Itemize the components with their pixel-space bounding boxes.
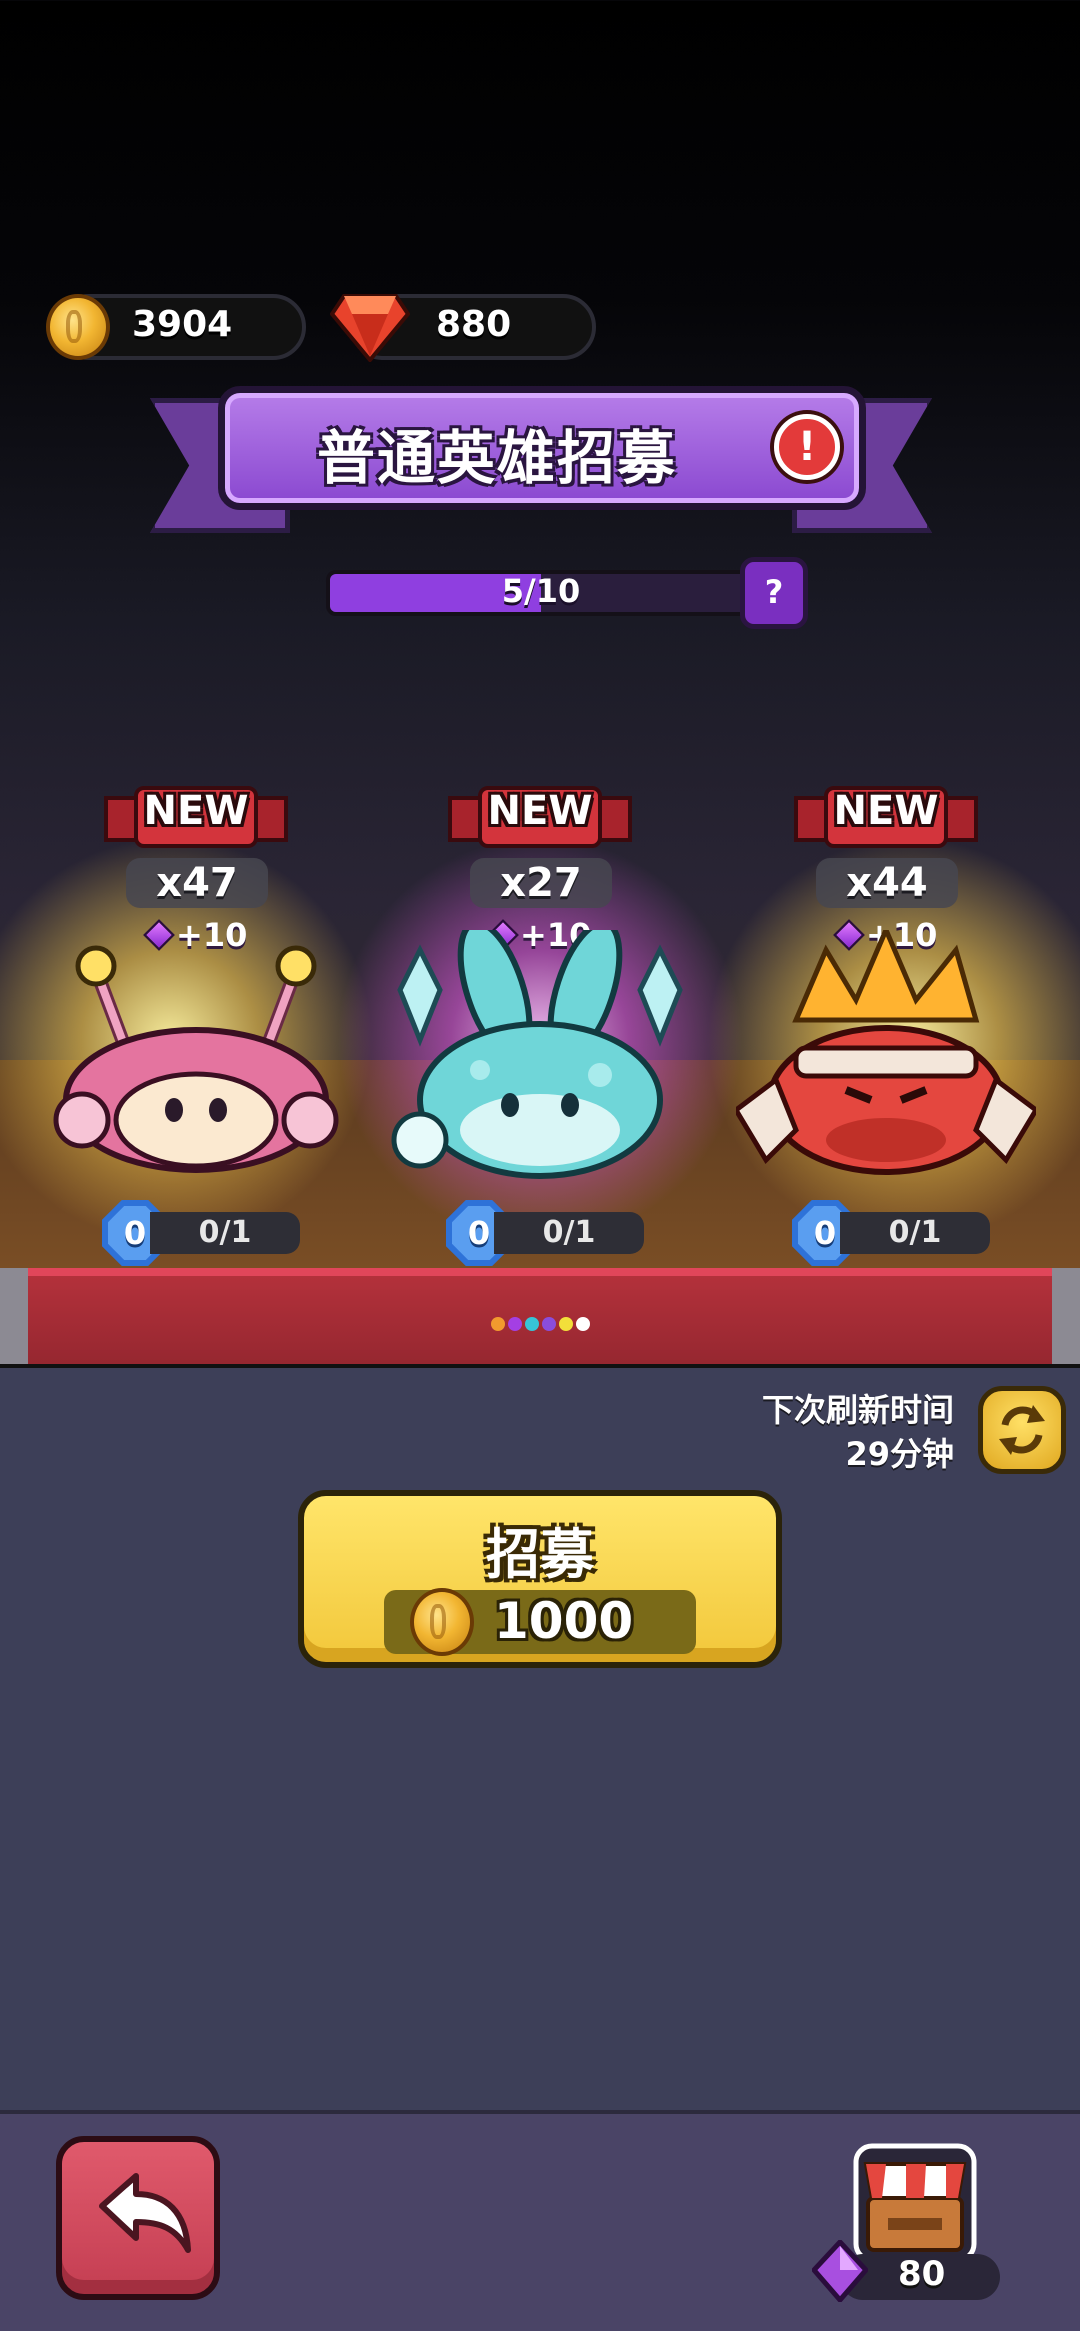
gold-coin-icon [410,1588,474,1656]
refresh-time: 29分钟 [845,1435,954,1473]
recruit-cost: 1000 [384,1588,696,1656]
hero-count: x47 [126,858,268,908]
ruby-gem-icon [330,294,410,362]
recruit-banner: 普通英雄招募 [218,386,866,510]
new-badge: NEW [104,782,288,850]
info-alert-button[interactable]: ! [774,414,840,480]
refresh-label: 下次刷新时间 [761,1391,954,1429]
refresh-icon [999,1405,1045,1455]
page-indicator-dots [491,1316,593,1335]
page-dot [559,1317,573,1331]
recruit-cost-amount: 1000 [494,1592,634,1650]
back-button[interactable] [56,2136,220,2300]
fragment-progress: 0/1 [840,1212,990,1254]
hero-count: x27 [470,858,612,908]
shop-gem-count: 80 [898,2254,946,2294]
help-button[interactable]: ? [740,557,808,629]
hero-count: x44 [816,858,958,908]
page-dot [508,1317,522,1331]
shop-stall-icon[interactable] [848,2138,982,2268]
recruit-label: 招募 [486,1523,594,1586]
new-badge: NEW [448,782,632,850]
gold-amount: 3904 [132,304,233,345]
gold-coin-icon [46,294,110,360]
refresh-timer: 下次刷新时间 29分钟 [762,1388,954,1476]
purple-gem-icon [812,2240,868,2302]
strip-right-edge [1052,1268,1080,1364]
progress-text: 5/10 [501,572,581,610]
page-dot [542,1317,556,1331]
back-arrow-icon [99,2173,191,2253]
blue-bunny-hero-icon [391,930,683,1179]
hero-card-3[interactable]: NEW x44 +10 0 0/1 [736,770,1036,1270]
recruit-button[interactable]: 招募 1000 [298,1490,782,1668]
gem-amount: 880 [436,304,512,345]
fragment-progress: 0/1 [150,1212,300,1254]
new-badge: NEW [794,782,978,850]
page-dot [525,1317,539,1331]
pink-robot-hero-icon [53,945,339,1173]
fragment-progress: 0/1 [494,1212,644,1254]
hero-card-1[interactable]: NEW x47 +10 0 0/1 [46,770,346,1270]
red-fighter-hero-icon [736,930,1036,1175]
banner-title: 普通英雄招募 [316,424,677,492]
page-dot [491,1317,505,1331]
hero-card-2[interactable]: NEW x27 +10 0 0/1 [390,770,690,1270]
strip-left-edge [0,1268,28,1364]
page-dot [576,1317,590,1331]
refresh-button[interactable] [978,1386,1066,1474]
